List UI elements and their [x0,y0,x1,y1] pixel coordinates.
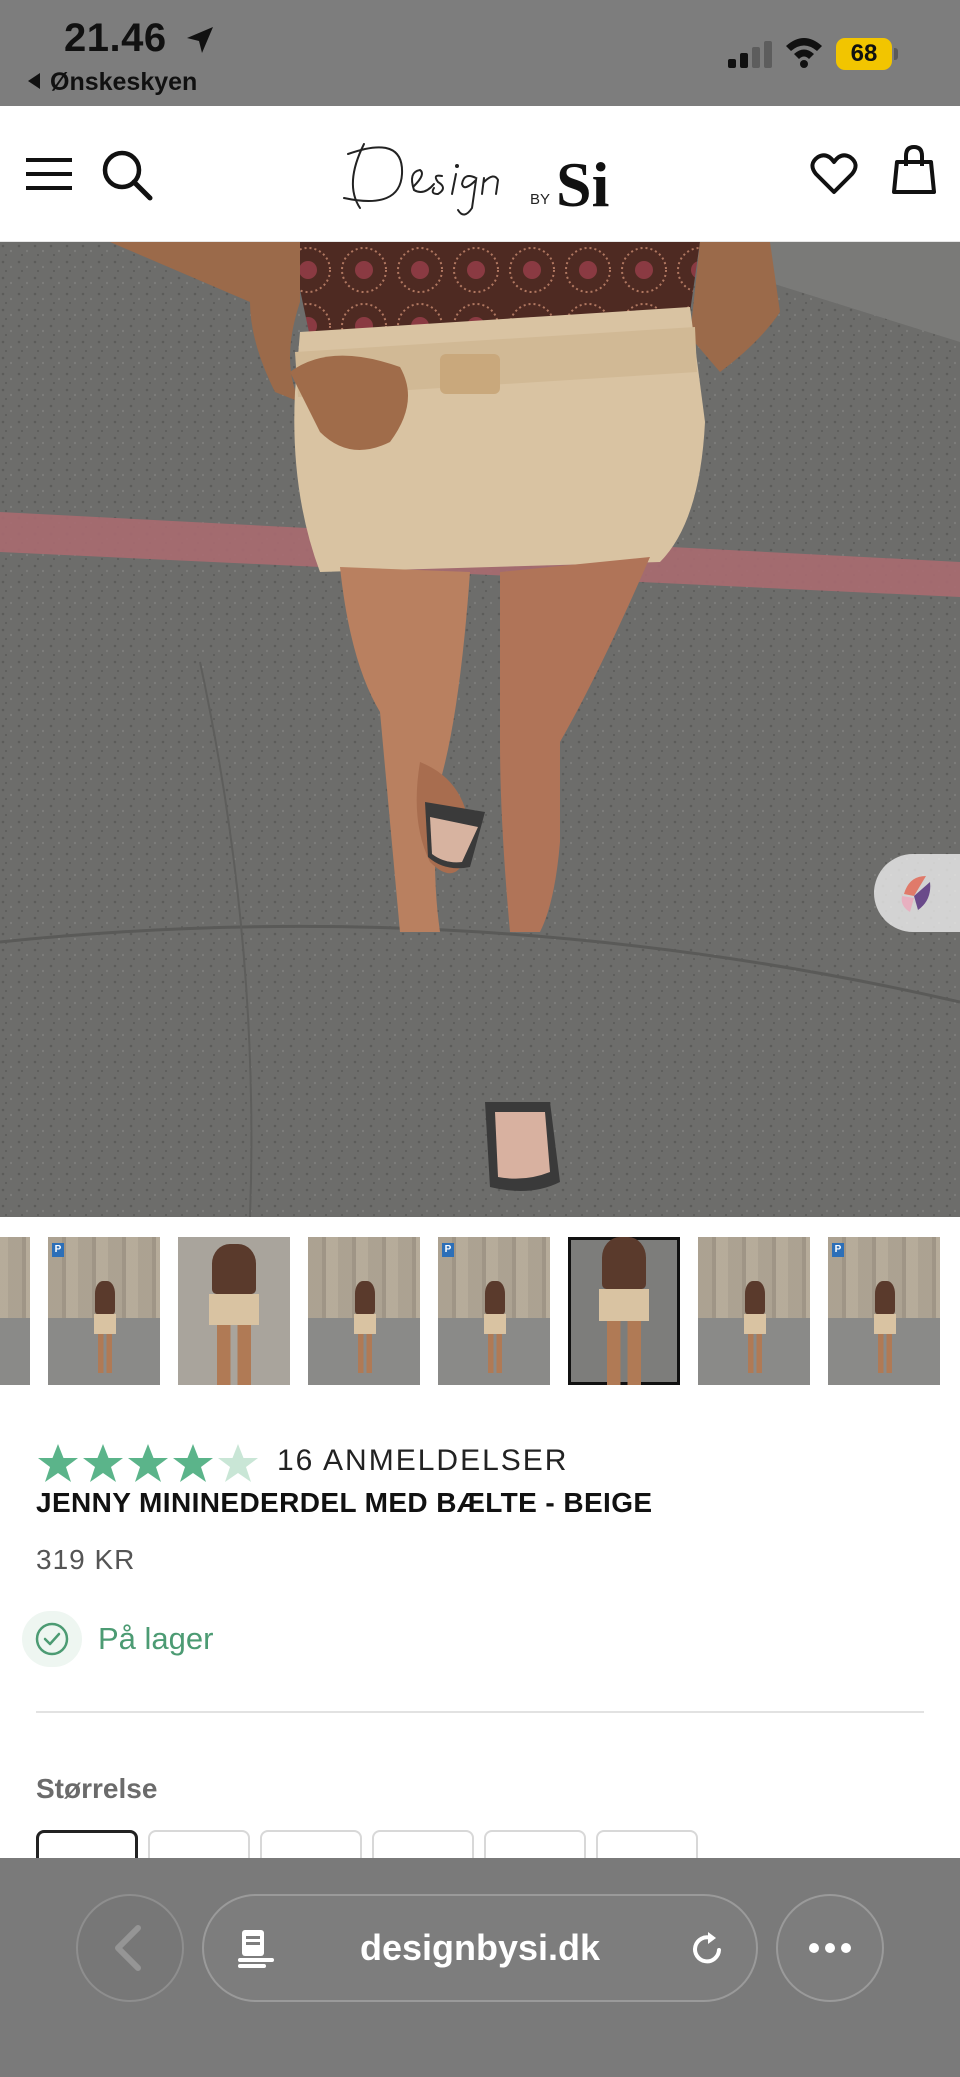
browser-toolbar: designbysi.dk [0,1858,960,2077]
more-options-button[interactable] [776,1894,884,2002]
thumbnail-1[interactable] [0,1237,30,1385]
address-bar[interactable]: designbysi.dk [202,1894,758,2002]
svg-text:Si: Si [556,149,609,220]
thumbnail-2[interactable]: P [48,1237,160,1385]
product-main-image[interactable] [0,242,960,1217]
svg-text:BY: BY [530,191,550,208]
divider [36,1711,924,1713]
thumbnail-5[interactable]: P [438,1237,550,1385]
thumbnail-3[interactable] [178,1237,290,1385]
back-app-label: Ønskeskyen [50,68,198,96]
ellipsis-icon [809,1943,851,1953]
stock-badge [22,1611,82,1667]
product-title: JENNY MININEDERDEL MED BÆLTE - BEIGE [36,1487,653,1518]
heart-icon[interactable] [810,152,858,196]
size-label: Størrelse [36,1773,158,1804]
thumbnail-4[interactable] [308,1237,420,1385]
site-logo[interactable]: BY Si [334,124,634,224]
wifi-icon [786,38,822,68]
image-side-button[interactable] [874,854,960,932]
product-price: 319 KR [36,1544,136,1575]
battery-icon: 68 [836,38,898,70]
chevron-left-icon [115,1925,141,1971]
site-header: BY Si [0,106,960,242]
product-photo [0,242,960,1217]
menu-icon[interactable] [26,154,72,194]
reload-icon[interactable] [686,1928,728,1970]
location-arrow-icon [187,27,213,53]
back-triangle-icon [28,73,40,89]
brand-flower-icon [901,876,931,912]
thumbnail-strip: P P P [0,1237,960,1387]
page: 21.46 Ønskeskyen 68 BY Si P P P 16 ANMEL… [0,0,960,2077]
reviews-count[interactable]: 16 ANMELDELSER [277,1444,568,1478]
bag-icon[interactable] [892,144,936,196]
thumbnail-8[interactable]: P [828,1237,940,1385]
cellular-signal-icon [728,40,772,68]
check-circle-icon [35,1622,69,1656]
browser-back-button[interactable] [76,1894,184,2002]
battery-level: 68 [836,38,892,70]
thumbnail-6-active[interactable] [568,1237,680,1385]
status-bar: 21.46 Ønskeskyen 68 [0,0,960,106]
stock-text: På lager [98,1621,214,1656]
search-icon[interactable] [100,148,154,202]
rating-stars[interactable] [36,1442,260,1486]
back-to-app-link[interactable]: Ønskeskyen [28,68,197,97]
thumbnail-7[interactable] [698,1237,810,1385]
url-text: designbysi.dk [359,1927,601,1968]
status-time: 21.46 [64,16,167,60]
